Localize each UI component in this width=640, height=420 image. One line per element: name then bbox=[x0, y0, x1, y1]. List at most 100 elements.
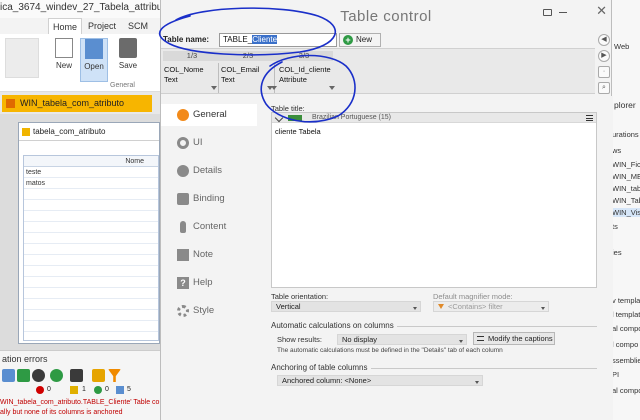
explorer-title: plorer bbox=[614, 100, 636, 110]
explorer-item[interactable]: al compo bbox=[612, 386, 640, 395]
tab-content[interactable]: Content bbox=[161, 216, 257, 238]
tab-scm[interactable]: SCM bbox=[124, 18, 152, 34]
new-column-button-label: New bbox=[356, 35, 373, 44]
tab-home[interactable]: Home bbox=[48, 18, 83, 34]
column-strip-navigation: ◀ ▶ · ⌕ bbox=[597, 34, 611, 94]
open-button-label: Open bbox=[84, 62, 104, 71]
magnifier-select[interactable]: <Contains> filter bbox=[433, 301, 549, 312]
explorer-item[interactable]: v templat bbox=[612, 296, 640, 305]
table-row bbox=[24, 233, 158, 244]
refresh-icon[interactable] bbox=[2, 369, 15, 382]
tab-binding-label: Binding bbox=[193, 193, 225, 204]
filter-ok-icon[interactable] bbox=[17, 369, 30, 382]
tab-general[interactable]: General bbox=[161, 104, 257, 126]
tab-help[interactable]: ? Help bbox=[161, 272, 257, 294]
web-selector[interactable]: Web bbox=[614, 42, 629, 51]
compilation-errors-panel: ation errors 0 1 0 5 WIN_tabela_com_atri… bbox=[0, 350, 163, 420]
explorer-item[interactable]: ssemblie bbox=[612, 356, 640, 365]
ribbon-tools-group[interactable] bbox=[2, 38, 42, 82]
column-name[interactable]: COL_Nome bbox=[164, 65, 204, 74]
explorer-item[interactable]: WIN_tabe bbox=[612, 184, 640, 193]
minimize-icon[interactable] bbox=[559, 12, 567, 13]
column-index: 2/3 bbox=[219, 51, 277, 61]
ide-ribbon-tabs: Home Project SCM bbox=[0, 18, 160, 34]
tab-style[interactable]: Style bbox=[161, 300, 257, 322]
tab-note[interactable]: Note bbox=[161, 244, 257, 266]
language-selector[interactable]: Brazilian Portuguese (15) bbox=[312, 113, 391, 123]
ui-icon bbox=[177, 137, 189, 149]
column-type-dropdown-icon[interactable] bbox=[329, 86, 335, 90]
tab-style-label: Style bbox=[193, 305, 215, 316]
table-control-preview[interactable]: Nome teste matos bbox=[23, 155, 159, 341]
auto-calc-group-title: Automatic calculations on columns bbox=[271, 321, 397, 330]
scroll-up-icon[interactable]: ◀ bbox=[598, 34, 610, 46]
modify-captions-button[interactable]: Modify the captions bbox=[473, 332, 555, 345]
table-name-input[interactable]: TABLE_Cliente bbox=[219, 33, 337, 47]
help-icon: ? bbox=[177, 277, 189, 289]
search-icon[interactable]: ⌕ bbox=[598, 82, 610, 94]
binding-icon bbox=[177, 193, 189, 205]
explorer-item[interactable]: l compo bbox=[612, 340, 638, 349]
table-row bbox=[24, 310, 158, 321]
run-icon[interactable] bbox=[32, 369, 45, 382]
table-name-prefix: TABLE_ bbox=[223, 35, 253, 44]
table-row bbox=[24, 266, 158, 277]
explorer-item[interactable]: WIN_Fich bbox=[612, 160, 640, 169]
explorer-item[interactable]: PI bbox=[612, 370, 619, 379]
errors-toolbar bbox=[0, 368, 160, 384]
orientation-label: Table orientation: bbox=[271, 292, 329, 301]
table-title-text: cliente Tabela bbox=[275, 127, 321, 136]
scroll-right-icon[interactable]: ▶ bbox=[598, 50, 610, 62]
details-icon bbox=[177, 165, 189, 177]
explorer-item[interactable]: WIN_MEN bbox=[612, 172, 640, 181]
error-message[interactable]: WIN_tabela_com_atributo.TABLE_Cliente' T… bbox=[0, 399, 163, 406]
tab-details[interactable]: Details bbox=[161, 160, 257, 182]
settings-icon[interactable] bbox=[70, 369, 83, 382]
column-name[interactable]: COL_Id_cliente bbox=[279, 65, 331, 74]
chevron-down-icon[interactable] bbox=[274, 113, 284, 123]
save-button[interactable]: Save bbox=[114, 38, 142, 82]
explorer-item[interactable]: l templat bbox=[612, 310, 640, 319]
tab-project[interactable]: Project bbox=[84, 18, 120, 34]
table-title-editor[interactable]: Brazilian Portuguese (15) cliente Tabela bbox=[271, 112, 597, 288]
document-tab[interactable]: WIN_tabela_com_atributo bbox=[2, 95, 152, 112]
close-icon[interactable]: ✕ bbox=[596, 3, 607, 19]
open-button[interactable]: Open bbox=[80, 38, 108, 82]
sort-icon[interactable] bbox=[92, 369, 105, 382]
flag-icon bbox=[288, 115, 302, 121]
open-folder-icon bbox=[85, 39, 103, 59]
menu-icon[interactable] bbox=[586, 115, 593, 121]
window-preview[interactable]: tabela_com_atributo Nome teste matos bbox=[18, 122, 160, 344]
column-name[interactable]: COL_Email bbox=[221, 65, 259, 74]
settings-icon[interactable]: · bbox=[598, 66, 610, 78]
anchored-column-select[interactable]: Anchored column: <None> bbox=[277, 375, 483, 386]
explorer-item[interactable]: al compo bbox=[612, 324, 640, 333]
explorer-item-selected[interactable]: WIN_Visi bbox=[612, 208, 640, 217]
new-column-button[interactable]: + New bbox=[339, 33, 381, 47]
column-type-dropdown-icon[interactable] bbox=[271, 86, 277, 90]
new-button[interactable]: New bbox=[50, 38, 78, 82]
column-type[interactable]: Text bbox=[164, 75, 178, 84]
tab-binding[interactable]: Binding bbox=[161, 188, 257, 210]
funnel-icon[interactable] bbox=[108, 369, 121, 382]
table-row bbox=[24, 321, 158, 332]
explorer-item[interactable]: ws bbox=[612, 146, 621, 155]
explorer-item[interactable]: urations bbox=[612, 130, 639, 139]
tab-ui[interactable]: UI bbox=[161, 132, 257, 154]
column-type[interactable]: Attribute bbox=[279, 75, 307, 84]
table-row: matos bbox=[24, 178, 158, 189]
tab-ui-label: UI bbox=[193, 137, 203, 148]
play-icon[interactable] bbox=[50, 369, 63, 382]
explorer-item[interactable]: ies bbox=[612, 248, 622, 257]
orientation-select[interactable]: Vertical bbox=[271, 301, 421, 312]
lock-icon[interactable] bbox=[543, 9, 552, 16]
table-title-toolbar: Brazilian Portuguese (15) bbox=[272, 113, 596, 123]
column-type-dropdown-icon[interactable] bbox=[211, 86, 217, 90]
window-icon bbox=[22, 128, 30, 136]
show-results-select[interactable]: No display bbox=[337, 334, 467, 345]
funnel-icon bbox=[438, 304, 444, 309]
error-message-continued[interactable]: ally but none of its columns is anchored bbox=[0, 409, 123, 416]
column-type[interactable]: Text bbox=[221, 75, 235, 84]
explorer-item[interactable]: WIN_Tab bbox=[612, 196, 640, 205]
tab-general-label: General bbox=[193, 109, 227, 120]
